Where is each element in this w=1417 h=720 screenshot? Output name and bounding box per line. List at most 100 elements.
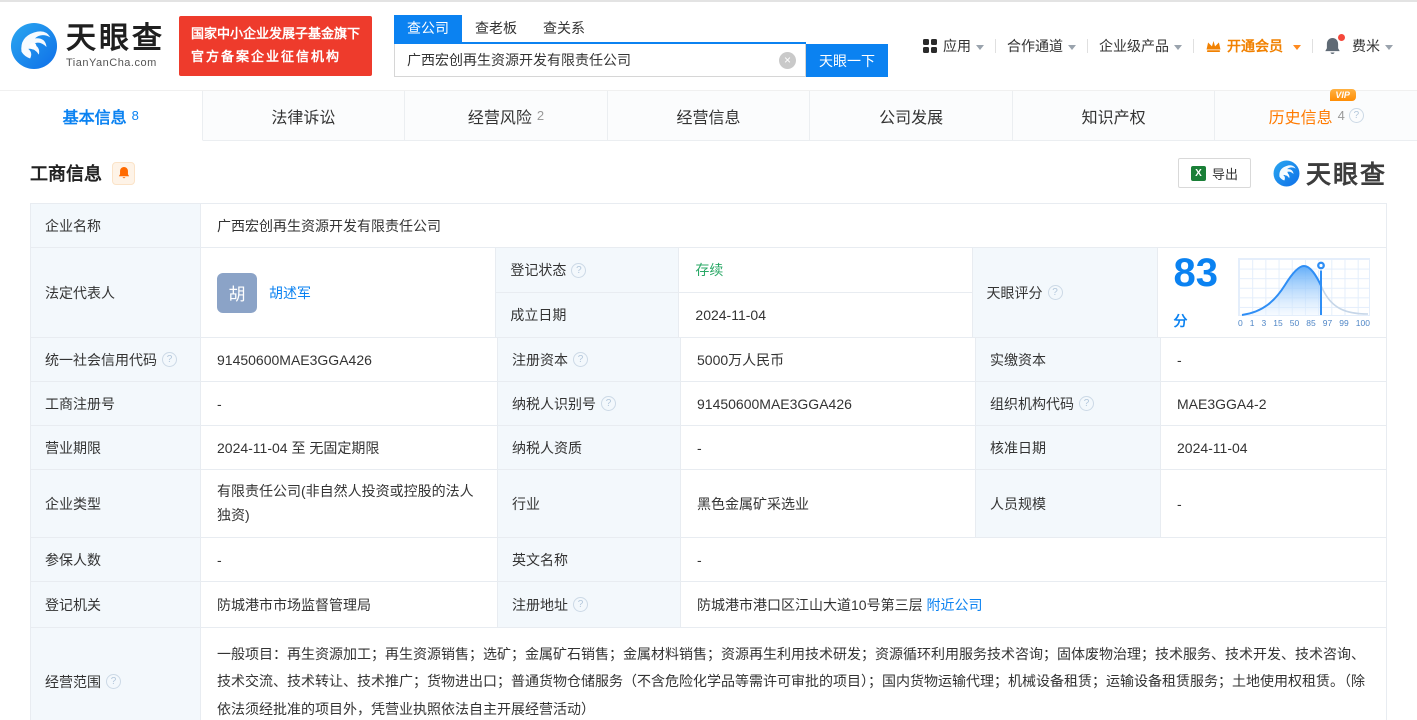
clear-search-icon[interactable]: ×	[779, 52, 797, 69]
staff-size-label: 人员规模	[976, 470, 1161, 537]
nav-user-menu[interactable]: 费米	[1352, 36, 1393, 56]
monitor-bell-button[interactable]	[112, 161, 135, 185]
score-axis-ticks: 0 1 3 15 50 85 97 99 100	[1238, 317, 1370, 328]
search-tabs: 查公司 查老板 查关系	[394, 15, 807, 44]
search-tab-relation[interactable]: 查关系	[530, 15, 598, 42]
help-icon[interactable]: ?	[571, 262, 587, 278]
taxpayer-qual-value: -	[681, 426, 976, 469]
badge-line1: 国家中小企业发展子基金旗下	[191, 26, 361, 42]
tab-operating-risk[interactable]: 经营风险 2	[405, 91, 608, 141]
est-date-value: 2024-11-04	[695, 307, 766, 323]
reg-number-value: -	[201, 382, 498, 425]
org-code-label: 组织机构代码?	[976, 382, 1161, 425]
nav-enterprise-products[interactable]: 企业级产品	[1099, 36, 1182, 56]
paid-capital-label: 实缴资本	[976, 338, 1161, 381]
tab-business-info[interactable]: 经营信息	[607, 91, 811, 141]
divider	[1312, 39, 1313, 53]
business-scope-value: 一般项目：再生资源加工；再生资源销售；选矿；金属矿石销售；金属材料销售；资源再生…	[217, 646, 1365, 717]
reg-address-value: 防城港市港口区江山大道10号第三层 附近公司	[697, 595, 983, 615]
business-scope-label: 经营范围?	[31, 628, 201, 720]
chevron-down-icon	[976, 44, 984, 50]
est-date-label: 成立日期	[496, 293, 680, 337]
business-term-value: 2024-11-04 至 无固定期限	[201, 426, 498, 469]
table-row: 工商注册号 - 纳税人识别号? 91450600MAE3GGA426 组织机构代…	[31, 382, 1386, 426]
page-header: 天眼查 TianYanCha.com 国家中小企业发展子基金旗下 官方备案企业征…	[0, 2, 1417, 90]
paid-capital-value: -	[1177, 351, 1182, 368]
divider	[1087, 39, 1088, 53]
reg-address-label: 注册地址?	[498, 582, 681, 627]
reg-status-value: 存续	[679, 248, 971, 292]
nav-open-membership[interactable]: 开通会员	[1205, 36, 1301, 56]
tianyancha-logo-icon	[1273, 160, 1300, 186]
search-tab-boss[interactable]: 查老板	[462, 15, 530, 42]
nav-apps[interactable]: 应用	[923, 36, 984, 56]
help-icon[interactable]: ?	[573, 352, 588, 367]
company-detail-tabs: 基本信息 8 法律诉讼 经营风险 2 经营信息 公司发展 知识产权 VIP 历史信息…	[0, 88, 1417, 141]
approval-date-label: 核准日期	[976, 426, 1161, 469]
gov-certification-badge: 国家中小企业发展子基金旗下 官方备案企业征信机构	[179, 16, 373, 76]
business-info-table: 企业名称 广西宏创再生资源开发有限责任公司 法定代表人 胡 胡述军 登记状态 ?…	[30, 203, 1387, 720]
legal-rep-value: 胡 胡述军	[201, 248, 497, 337]
search-input[interactable]	[394, 44, 807, 77]
score-value: 83分 0 1 3 15 50 85 97 99 100	[1158, 248, 1387, 337]
legal-rep-link[interactable]: 胡述军	[269, 283, 311, 303]
excel-icon: X	[1190, 165, 1206, 181]
table-row: 营业期限 2024-11-04 至 无固定期限 纳税人资质 - 核准日期 202…	[31, 426, 1386, 470]
tab-legal-proceedings[interactable]: 法律诉讼	[202, 91, 406, 141]
table-row: 登记机关 防城港市市场监督管理局 注册地址? 防城港市港口区江山大道10号第三层…	[31, 582, 1386, 628]
legal-rep-avatar[interactable]: 胡	[217, 272, 257, 313]
watermark-logo: 天眼查	[1273, 155, 1387, 191]
tianyancha-logo[interactable]: 天眼查 TianYanCha.com	[10, 22, 165, 70]
nav-partner-channel[interactable]: 合作通道	[1007, 36, 1076, 56]
help-icon[interactable]: ?	[573, 597, 588, 612]
badge-line2: 官方备案企业征信机构	[191, 49, 342, 64]
export-button[interactable]: X 导出	[1177, 158, 1251, 188]
search-tab-company[interactable]: 查公司	[394, 15, 463, 42]
tab-company-development[interactable]: 公司发展	[810, 91, 1013, 141]
reg-capital-value: 5000万人民币	[681, 338, 976, 381]
score-label: 天眼评分 ?	[972, 248, 1158, 337]
approval-date-value: 2024-11-04	[1177, 439, 1248, 456]
score-distribution-chart: 0 1 3 15 50 85 97 99 100	[1238, 257, 1370, 328]
nearby-companies-link[interactable]: 附近公司	[926, 595, 982, 615]
taxpayer-id-value: 91450600MAE3GGA426	[681, 382, 976, 425]
chevron-down-icon	[1174, 44, 1182, 50]
crown-icon	[1206, 40, 1221, 52]
legal-rep-label: 法定代表人	[31, 248, 201, 337]
divider	[1193, 39, 1194, 53]
vip-badge: VIP	[1330, 88, 1356, 101]
help-icon[interactable]: ?	[106, 674, 121, 690]
reg-authority-value: 防城港市市场监督管理局	[201, 582, 498, 627]
table-row: 企业类型 有限责任公司(非自然人投资或控股的法人独资) 行业 黑色金属矿采选业 …	[31, 470, 1386, 538]
company-type-value: 有限责任公司(非自然人投资或控股的法人独资)	[201, 470, 498, 537]
logo-text: 天眼查	[66, 22, 165, 56]
help-icon[interactable]: ?	[601, 396, 616, 411]
reg-number-label: 工商注册号	[31, 382, 201, 425]
industry-label: 行业	[498, 470, 681, 537]
table-row: 法定代表人 胡 胡述军 登记状态 ? 存续 成立日期 2024-11-04 天眼…	[31, 248, 1386, 338]
apps-grid-icon	[923, 39, 937, 53]
tab-basic-info[interactable]: 基本信息 8	[0, 91, 203, 141]
tab-history-info[interactable]: VIP 历史信息 4 ?	[1215, 88, 1417, 141]
search-button[interactable]: 天眼一下	[806, 44, 889, 77]
industry-value: 黑色金属矿采选业	[681, 470, 976, 537]
help-icon[interactable]: ?	[162, 352, 177, 367]
score-number: 83分	[1173, 250, 1219, 329]
taxpayer-qual-label: 纳税人资质	[498, 426, 681, 469]
table-row: 企业名称 广西宏创再生资源开发有限责任公司	[31, 204, 1386, 248]
taxpayer-id-label: 纳税人识别号?	[498, 382, 681, 425]
help-icon[interactable]: ?	[1348, 108, 1364, 123]
help-icon[interactable]: ?	[1047, 285, 1063, 300]
notifications-bell[interactable]	[1324, 33, 1345, 56]
bell-icon	[118, 167, 129, 179]
tab-intellectual-property[interactable]: 知识产权	[1012, 91, 1216, 141]
insured-value: -	[201, 538, 498, 581]
top-nav: 应用 合作通道 企业级产品 开通会员 费米	[923, 33, 1393, 56]
reg-status-label: 登记状态 ?	[496, 248, 680, 292]
english-name-value: -	[697, 551, 702, 568]
reg-authority-label: 登记机关	[31, 582, 201, 627]
section-title: 工商信息	[30, 164, 102, 184]
section-header: 工商信息 X 导出 天眼查	[0, 141, 1417, 201]
divider	[995, 39, 996, 53]
help-icon[interactable]: ?	[1079, 396, 1094, 411]
